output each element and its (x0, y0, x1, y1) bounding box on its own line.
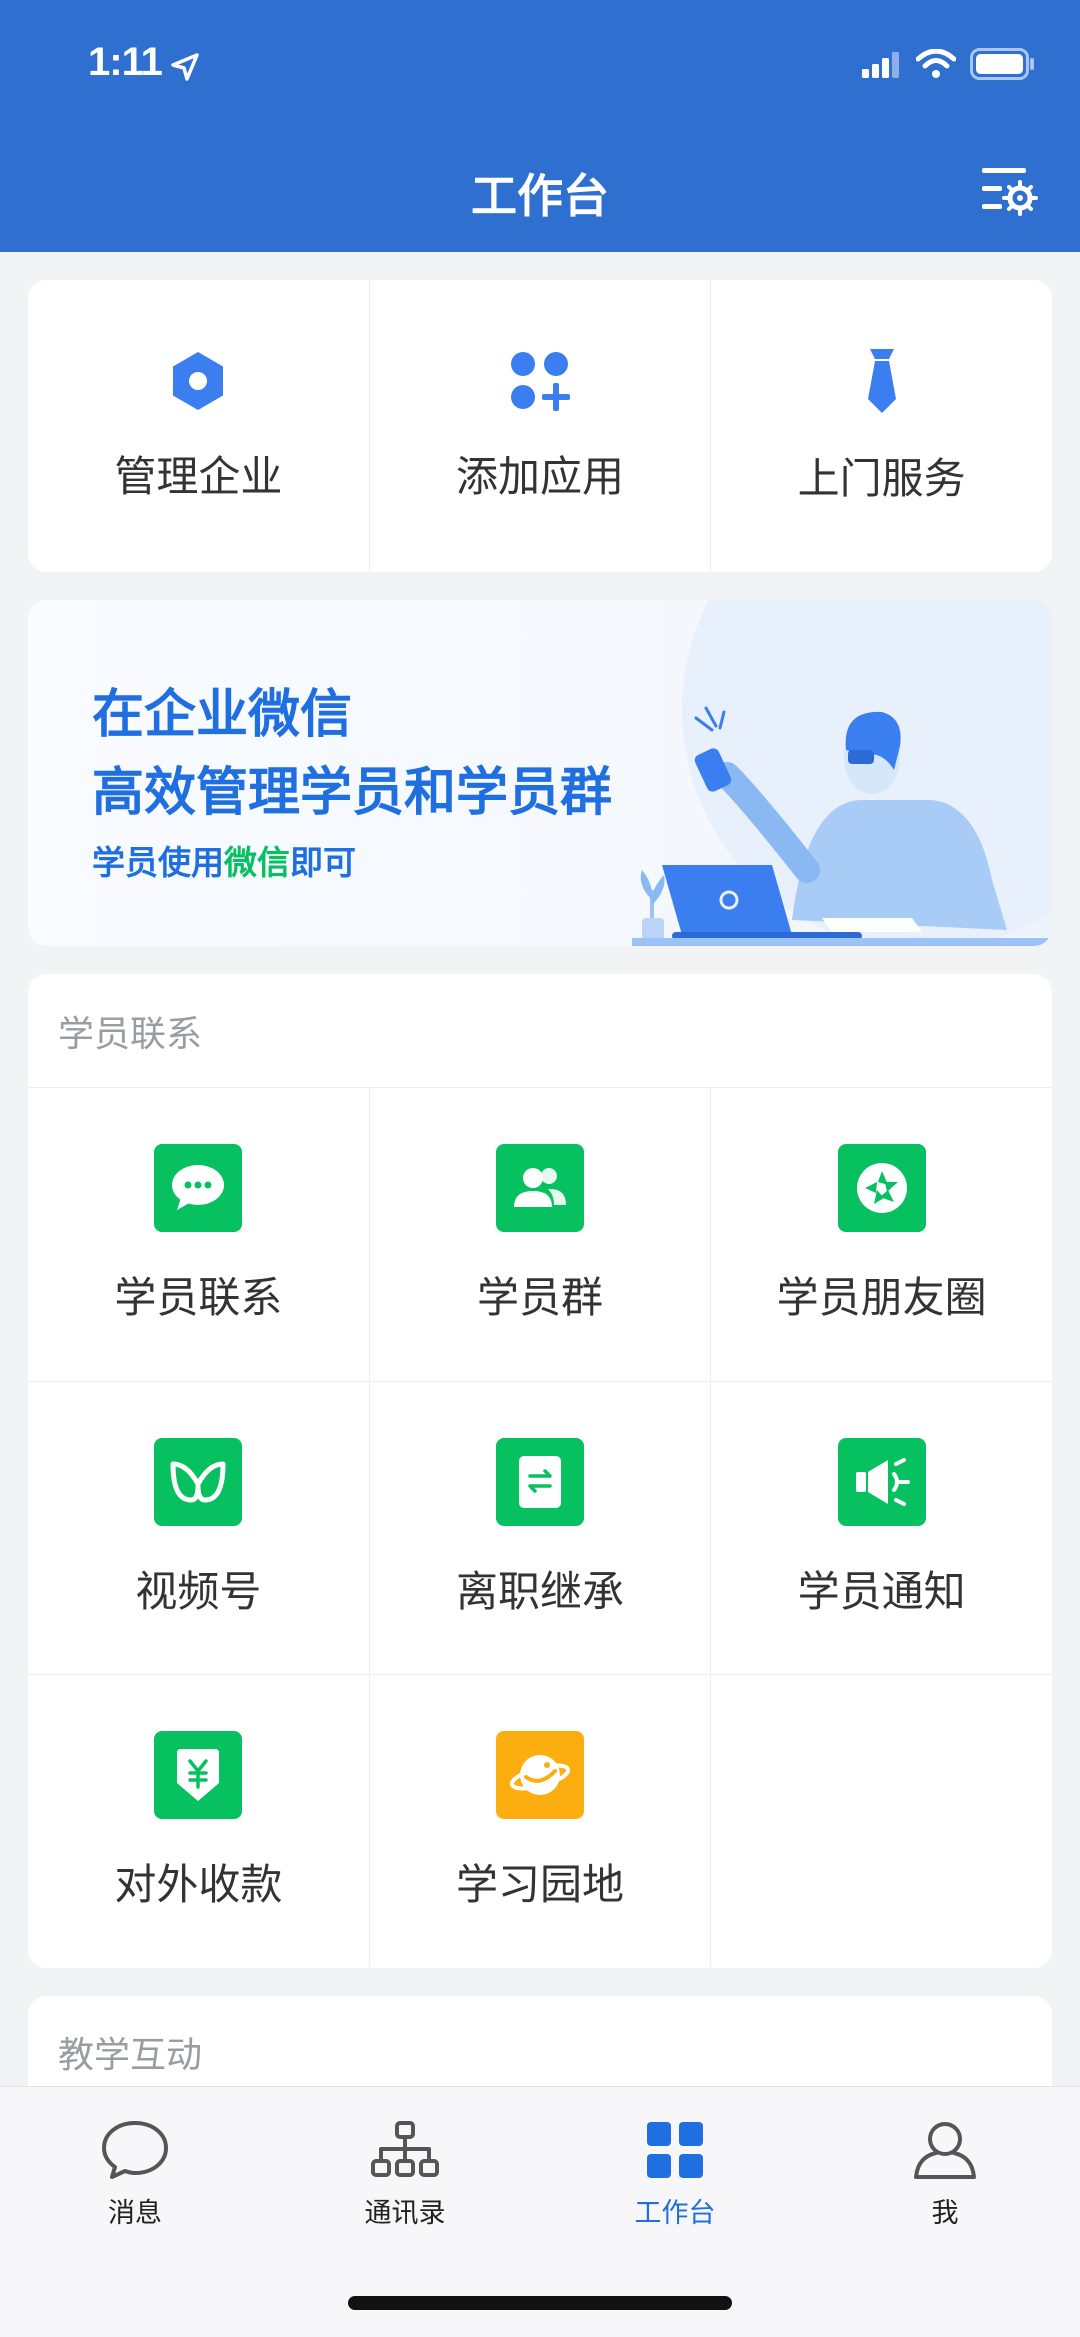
app-label: 对外收款 (114, 1859, 283, 1909)
app-label: 学习园地 (456, 1859, 625, 1909)
app-label: 视频号 (135, 1566, 262, 1616)
person-laptop-illustration (632, 600, 1052, 946)
banner-subtitle: 学员使用微信即可 (92, 836, 356, 884)
status-time: 1:11 (88, 40, 163, 84)
banner-headline-2: 高效管理学员和学员群 (92, 763, 613, 823)
home-indicator[interactable] (348, 2296, 732, 2310)
add-app-icon (511, 351, 570, 411)
page-title: 工作台 (471, 169, 609, 223)
add-app-button[interactable]: 添加应用 (368, 280, 711, 572)
banner-sub-suffix: 即可 (290, 843, 356, 882)
contacts-icon (371, 2121, 439, 2177)
hexagon-icon (173, 351, 224, 410)
empty-slot (710, 1675, 1052, 1967)
tab-me[interactable]: 我 (810, 2087, 1080, 2255)
student-contact-app[interactable]: 学员联系 (28, 1088, 369, 1381)
external-payment-app[interactable]: 对外收款 (28, 1675, 369, 1967)
banner-sub-highlight: 微信 (224, 843, 290, 882)
header-bar: 1:11 工作台 (0, 0, 1080, 252)
student-group-app[interactable]: 学员群 (368, 1088, 711, 1381)
location-arrow-icon (171, 53, 199, 81)
tab-label: 消息 (108, 2198, 162, 2229)
planet-icon (496, 1730, 584, 1819)
section-title: 学员联系 (28, 974, 1052, 1088)
tab-messages[interactable]: 消息 (0, 2087, 270, 2255)
quick-action-label: 添加应用 (456, 451, 625, 501)
channels-icon (154, 1437, 243, 1526)
resignation-transfer-app[interactable]: 离职继承 (368, 1382, 711, 1674)
promo-banner[interactable]: 在企业微信 高效管理学员和学员群 学员使用微信即可 (28, 600, 1052, 946)
wifi-icon (916, 49, 956, 78)
onsite-service-button[interactable]: 上门服务 (710, 280, 1052, 572)
tab-workbench[interactable]: 工作台 (540, 2087, 810, 2255)
tie-icon (867, 348, 896, 413)
chat-bubble-icon (154, 1144, 243, 1232)
manage-enterprise-button[interactable]: 管理企业 (28, 280, 369, 572)
payment-icon (154, 1730, 243, 1819)
battery-icon (970, 48, 1034, 80)
moments-icon (837, 1144, 926, 1232)
tab-contacts[interactable]: 通讯录 (270, 2087, 540, 2255)
transfer-doc-icon (496, 1437, 584, 1526)
app-label: 学员通知 (797, 1566, 966, 1616)
app-label: 学员群 (477, 1273, 604, 1322)
quick-actions-card: 管理企业 添加应用 上门服务 (28, 280, 1052, 572)
student-moments-app[interactable]: 学员朋友圈 (710, 1088, 1052, 1381)
workbench-icon (647, 2122, 703, 2178)
quick-action-label: 管理企业 (114, 451, 283, 501)
group-icon (496, 1144, 584, 1232)
tab-label: 工作台 (634, 2198, 716, 2229)
app-label: 离职继承 (456, 1566, 625, 1616)
settings-list-icon[interactable] (978, 160, 1038, 220)
app-label: 学员联系 (114, 1273, 283, 1322)
student-contact-section: 学员联系 学员联系 学员群 学员朋友圈 视频号 离职继承 学员通知 对外收款 学… (28, 974, 1052, 1968)
quick-action-label: 上门服务 (797, 453, 966, 503)
banner-headline: 在企业微信 (92, 685, 353, 745)
megaphone-icon (837, 1437, 926, 1526)
app-label: 学员朋友圈 (776, 1273, 987, 1322)
channels-app[interactable]: 视频号 (28, 1382, 369, 1674)
banner-sub-prefix: 学员使用 (92, 843, 224, 882)
signal-icon (862, 52, 899, 78)
tab-label: 通讯录 (364, 2198, 446, 2229)
tab-label: 我 (931, 2198, 959, 2229)
learning-garden-app[interactable]: 学习园地 (368, 1675, 711, 1967)
status-indicators (862, 48, 1036, 80)
student-notice-app[interactable]: 学员通知 (710, 1382, 1052, 1674)
message-icon (102, 2121, 168, 2179)
profile-icon (914, 2122, 976, 2179)
